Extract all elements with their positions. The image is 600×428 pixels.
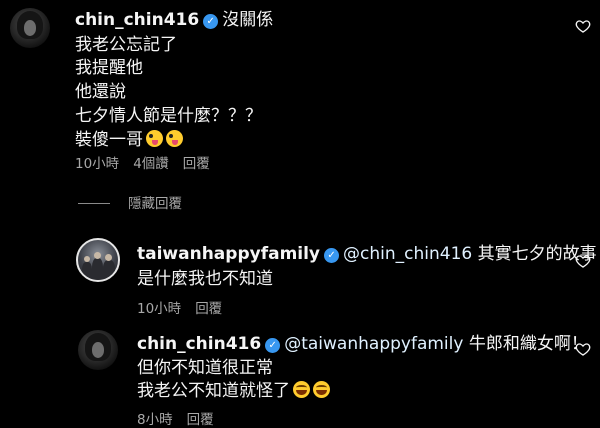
username[interactable]: chin_chin416 — [137, 334, 261, 354]
comment-meta: 10小時 回覆 — [137, 297, 236, 317]
reply-button[interactable]: 回覆 — [183, 156, 210, 172]
verified-badge-icon: ✓ — [265, 338, 281, 353]
like-count[interactable]: 4個讚 — [133, 156, 169, 172]
comment-text: 我老公忘記了 — [75, 35, 177, 55]
timestamp: 10小時 — [137, 301, 182, 317]
comment-text: 我提醒他 — [75, 58, 143, 78]
laughing-tears-emoji — [313, 381, 330, 398]
divider — [78, 203, 110, 204]
avatar[interactable] — [10, 8, 50, 48]
zany-face-emoji — [146, 130, 163, 147]
verified-badge-icon: ✓ — [324, 248, 340, 263]
comment-text: 是什麼我也不知道 — [137, 269, 273, 289]
avatar[interactable] — [76, 238, 120, 282]
heart-outline-icon[interactable] — [575, 18, 591, 34]
reply-button[interactable]: 回覆 — [195, 301, 222, 317]
comment-text: 但你不知道很正常 — [137, 358, 273, 378]
hide-replies-button[interactable]: 隱藏回覆 — [78, 192, 182, 212]
zany-face-emoji — [166, 130, 183, 147]
verified-badge-icon: ✓ — [203, 14, 219, 29]
heart-outline-icon[interactable] — [575, 253, 591, 269]
mention-link[interactable]: @chin_chin416 — [343, 244, 472, 264]
mention-link[interactable]: @taiwanhappyfamily — [284, 334, 463, 354]
username[interactable]: taiwanhappyfamily — [137, 244, 320, 264]
comment-text: 牛郎和織女啊！ — [468, 334, 588, 354]
laughing-tears-emoji — [293, 381, 310, 398]
timestamp: 8小時 — [137, 412, 173, 428]
comment-text: 他還說 — [75, 82, 126, 102]
username[interactable]: chin_chin416 — [75, 10, 199, 30]
comment-text: 裝傻一哥 — [75, 130, 143, 150]
timestamp: 10小時 — [75, 156, 120, 172]
comment-meta: 8小時 回覆 — [137, 408, 228, 428]
comment-text: 我老公不知道就怪了 — [137, 381, 290, 401]
avatar[interactable] — [78, 330, 118, 370]
heart-outline-icon[interactable] — [575, 341, 591, 357]
comment-meta: 10小時 4個讚 回覆 — [75, 152, 224, 172]
comment-text: 沒關係 — [222, 10, 274, 30]
reply-button[interactable]: 回覆 — [187, 412, 214, 428]
comment-text: 七夕情人節是什麼？？？ — [75, 106, 262, 126]
